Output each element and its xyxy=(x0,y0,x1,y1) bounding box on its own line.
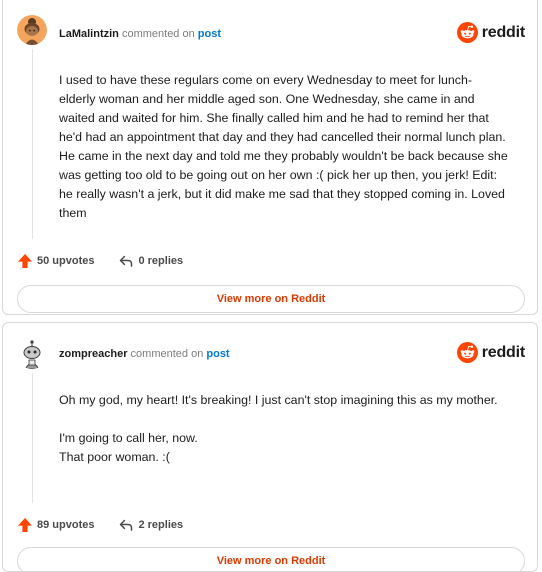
reddit-wordmark: reddit xyxy=(481,23,525,41)
reply-arrow-icon xyxy=(120,255,133,267)
thread-line[interactable] xyxy=(32,49,33,239)
upvote-button[interactable]: 89 upvotes xyxy=(17,517,94,533)
comment-actions: 89 upvotes 2 replies xyxy=(17,517,183,533)
comment-paragraph: I'm going to call her, now. That poor wo… xyxy=(59,431,198,464)
comment-body: Oh my god, my heart! It's breaking! I ju… xyxy=(59,391,511,467)
snoo-avatar-gray-icon xyxy=(17,339,47,369)
comment-card: LaMalintzin commented on post reddit I u… xyxy=(2,0,538,315)
comment-header: zompreacher commented on post xyxy=(59,347,230,361)
commented-on-text: commented on xyxy=(121,28,195,40)
post-link[interactable]: post xyxy=(198,28,221,40)
snoo-avatar-bun-hair-icon xyxy=(17,15,47,45)
comment-body: I used to have these regulars come on ev… xyxy=(59,71,511,223)
reddit-snoo-icon xyxy=(456,22,478,43)
replies-button[interactable]: 2 replies xyxy=(118,517,183,533)
user-avatar[interactable] xyxy=(17,339,47,369)
username-link[interactable]: LaMalintzin xyxy=(59,28,119,40)
replies-button[interactable]: 0 replies xyxy=(118,253,183,269)
upvote-button[interactable]: 50 upvotes xyxy=(17,253,94,269)
commented-on-text: commented on xyxy=(130,348,204,360)
comment-paragraph: Oh my god, my heart! It's breaking! I ju… xyxy=(59,393,498,407)
comment-actions: 50 upvotes 0 replies xyxy=(17,253,183,269)
reddit-wordmark: reddit xyxy=(481,343,525,361)
reddit-snoo-icon xyxy=(456,342,478,363)
upvote-arrow-icon xyxy=(18,254,32,268)
upvote-count: 89 upvotes xyxy=(37,519,95,531)
comment-header: LaMalintzin commented on post xyxy=(59,27,221,41)
reddit-logo[interactable]: reddit xyxy=(456,342,525,363)
upvote-arrow-icon xyxy=(18,518,32,532)
comment-card: zompreacher commented on post reddit Oh … xyxy=(2,322,538,572)
post-link[interactable]: post xyxy=(206,348,229,360)
reply-count: 0 replies xyxy=(138,255,184,267)
reply-arrow-icon xyxy=(120,519,133,531)
upvote-count: 50 upvotes xyxy=(37,255,95,267)
reddit-logo[interactable]: reddit xyxy=(456,22,525,43)
username-link[interactable]: zompreacher xyxy=(59,348,127,360)
view-more-button[interactable]: View more on Reddit xyxy=(17,285,525,313)
reply-count: 2 replies xyxy=(138,519,184,531)
user-avatar[interactable] xyxy=(17,15,47,45)
comment-paragraph: I used to have these regulars come on ev… xyxy=(59,73,508,220)
thread-line[interactable] xyxy=(32,373,33,503)
